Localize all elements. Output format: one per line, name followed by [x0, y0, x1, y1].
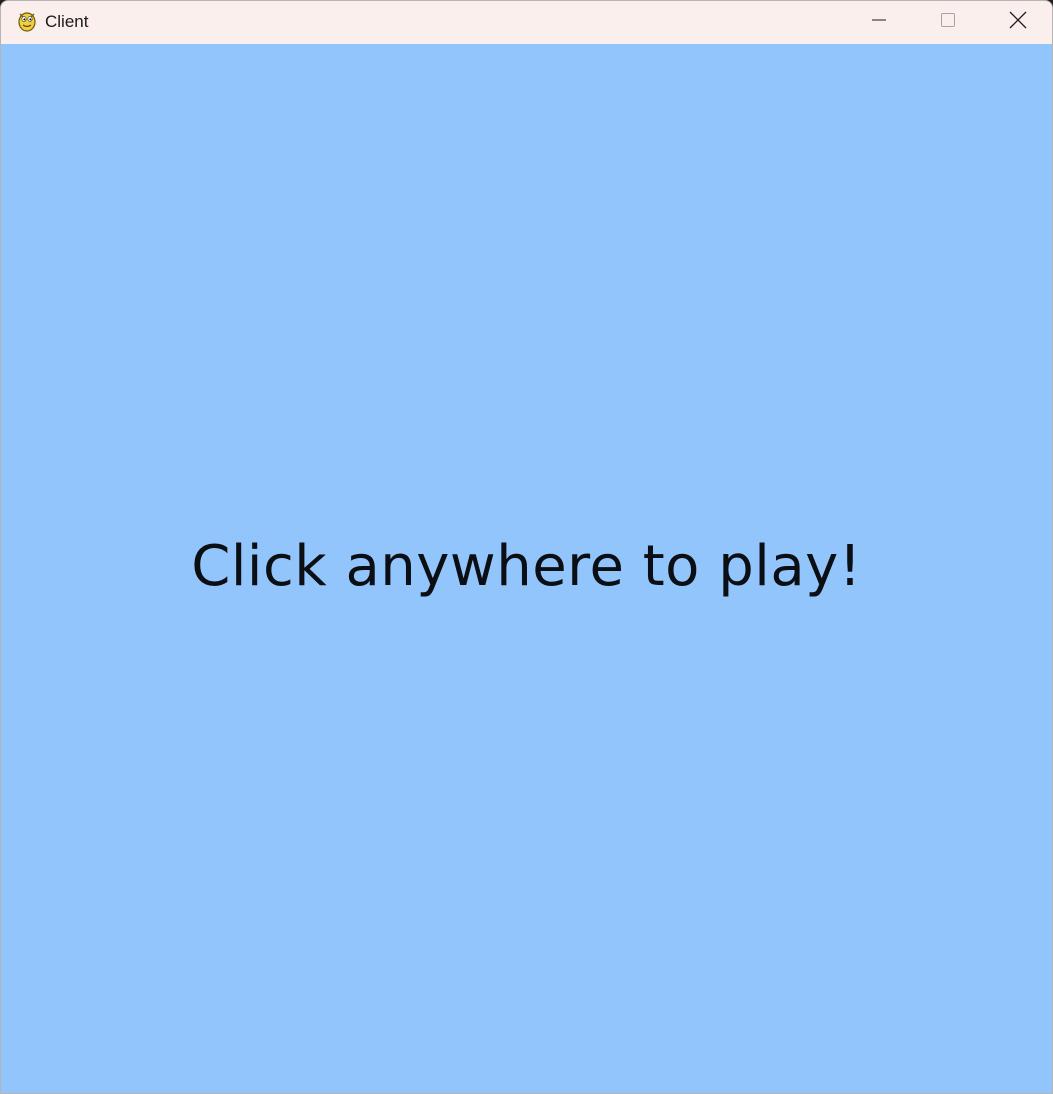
- app-window: Client Click anywhere to play!: [0, 0, 1053, 1094]
- close-icon: [1009, 11, 1027, 34]
- window-title: Client: [45, 12, 89, 31]
- game-canvas[interactable]: Click anywhere to play!: [1, 44, 1052, 1093]
- close-button[interactable]: [995, 1, 1041, 44]
- maximize-icon: [940, 12, 956, 33]
- title-bar[interactable]: Client: [1, 1, 1052, 44]
- minimize-button[interactable]: [856, 1, 902, 44]
- python-snake-icon: [15, 9, 39, 33]
- minimize-icon: [871, 12, 887, 33]
- maximize-button[interactable]: [925, 1, 971, 44]
- click-to-play-prompt: Click anywhere to play!: [191, 534, 862, 599]
